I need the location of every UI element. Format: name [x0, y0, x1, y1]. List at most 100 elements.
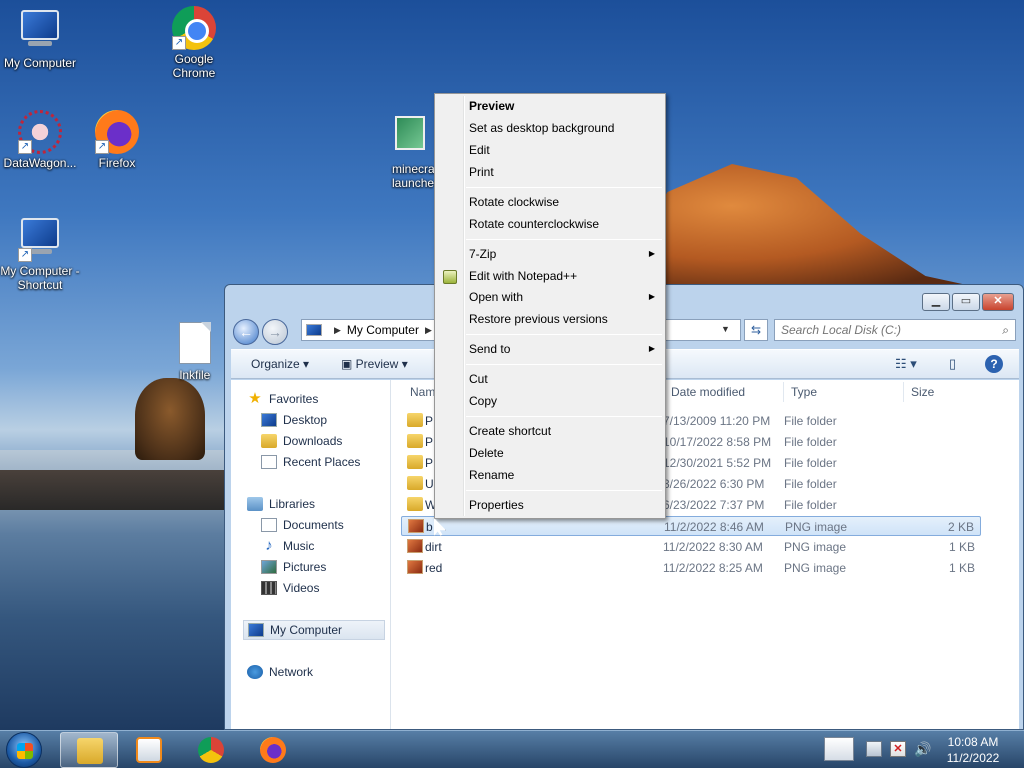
search-input[interactable] — [775, 320, 985, 340]
file-name: U — [425, 477, 434, 491]
desktop-icon-lnkfile[interactable]: lnkfile — [155, 322, 235, 382]
blank-file-icon — [173, 322, 217, 366]
desktop-icon-firefox[interactable]: ↗ Firefox — [77, 110, 157, 170]
menu-item-copy[interactable]: Copy — [469, 390, 663, 412]
nav-favorites[interactable]: ★ Favorites — [247, 389, 318, 409]
nav-label: Videos — [283, 581, 320, 595]
file-name: P — [425, 414, 434, 428]
image-file-icon — [388, 116, 432, 160]
maximize-button[interactable]: ▭ — [952, 293, 980, 311]
taskbar-media-player-button[interactable] — [120, 732, 178, 768]
desktop-icon-my-computer-shortcut[interactable]: ↗ My Computer - Shortcut — [0, 214, 80, 292]
file-name: b — [426, 520, 433, 534]
menu-item-rename[interactable]: Rename — [469, 464, 663, 486]
star-icon: ★ — [248, 390, 262, 407]
menu-item-print[interactable]: Print — [469, 161, 663, 183]
breadcrumb-chevron-icon[interactable]: ▶ — [425, 325, 432, 336]
menu-separator — [466, 364, 662, 365]
menu-item-edit-with-notepad-plus-plus[interactable]: Edit with Notepad++ — [469, 265, 663, 287]
nav-network[interactable]: Network — [247, 662, 313, 682]
preview-button[interactable]: ▣ Preview ▾ — [341, 357, 408, 371]
desktop-icon-label: Google Chrome — [172, 52, 216, 80]
column-header-date[interactable]: Date modified — [671, 380, 745, 404]
videos-icon — [261, 581, 277, 595]
nav-recent-places[interactable]: Recent Places — [261, 452, 360, 472]
menu-item-properties[interactable]: Properties — [469, 494, 663, 516]
desktop-icon-minecraft-launcher[interactable]: minecra launche — [380, 112, 440, 192]
menu-item-preview[interactable]: Preview — [469, 95, 663, 117]
context-menu[interactable]: Preview Set as desktop background Edit P… — [434, 93, 666, 519]
organize-button[interactable]: Organize ▾ — [251, 357, 309, 371]
close-button[interactable]: ✕ — [982, 293, 1014, 311]
menu-item-delete[interactable]: Delete — [469, 442, 663, 464]
menu-item-rotate-counterclockwise[interactable]: Rotate counterclockwise — [469, 213, 663, 235]
menu-separator — [466, 490, 662, 491]
menu-item-7zip[interactable]: 7-Zip ▶ — [469, 243, 663, 265]
taskbar-explorer-button[interactable] — [60, 732, 118, 768]
nav-label: Libraries — [269, 497, 316, 511]
menu-item-cut[interactable]: Cut — [469, 368, 663, 390]
menu-item-send-to[interactable]: Send to ▶ — [469, 338, 663, 360]
menu-item-restore-previous-versions[interactable]: Restore previous versions — [469, 308, 663, 330]
breadcrumb[interactable]: My Computer — [347, 323, 419, 337]
nav-documents[interactable]: Documents — [261, 515, 344, 535]
nav-my-computer[interactable]: My Computer — [243, 620, 385, 640]
back-button[interactable]: ← — [233, 319, 259, 345]
preview-pane-icon[interactable]: ▯ — [949, 356, 956, 372]
file-name: dirt — [425, 540, 442, 554]
nav-downloads[interactable]: Downloads — [261, 431, 342, 451]
nav-label: Network — [269, 665, 314, 679]
column-header-name[interactable]: Nam — [410, 380, 435, 404]
taskbar-firefox-button[interactable] — [244, 732, 302, 768]
wallpaper-rock — [135, 378, 205, 460]
help-icon[interactable]: ? — [985, 355, 1003, 373]
nav-label: Documents — [283, 518, 344, 532]
desktop-icon-datawagon[interactable]: ↗ DataWagon... — [0, 110, 80, 170]
column-divider[interactable] — [783, 382, 784, 402]
breadcrumb-chevron-icon: ▶ — [334, 324, 341, 335]
file-row[interactable]: red 11/2/2022 8:25 AM PNG image 1 KB — [401, 558, 981, 578]
menu-item-edit[interactable]: Edit — [469, 139, 663, 161]
menu-separator — [466, 239, 662, 240]
nav-videos[interactable]: Videos — [261, 578, 319, 598]
column-header-size[interactable]: Size — [911, 380, 934, 404]
action-center-icon[interactable]: ✕ — [890, 741, 906, 757]
firefox-icon — [260, 737, 286, 763]
media-player-icon — [136, 737, 162, 763]
desktop-icon-google-chrome[interactable]: ↗ Google Chrome — [154, 6, 234, 80]
file-type: PNG image — [785, 520, 848, 534]
pen-tablet-icon[interactable] — [824, 737, 854, 761]
folder-icon — [407, 413, 423, 427]
menu-item-label: Open with — [469, 290, 524, 304]
chevron-down-icon[interactable]: ▼ — [721, 324, 730, 334]
forward-button[interactable]: → — [262, 319, 288, 345]
menu-item-open-with[interactable]: Open with ▶ — [469, 286, 663, 308]
desktop-icon-my-computer[interactable]: My Computer — [0, 6, 80, 70]
view-options-icon[interactable]: ☷ ▾ — [895, 356, 917, 372]
network-tray-icon[interactable] — [866, 741, 882, 757]
column-header-type[interactable]: Type — [791, 380, 817, 404]
desktop-icon-label: minecra launche — [392, 162, 435, 190]
file-type: PNG image — [784, 561, 847, 575]
column-divider[interactable] — [903, 382, 904, 402]
nav-pictures[interactable]: Pictures — [261, 557, 326, 577]
nav-desktop[interactable]: Desktop — [261, 410, 327, 430]
menu-item-set-desktop-background[interactable]: Set as desktop background — [469, 117, 663, 139]
file-row-selected[interactable]: b 11/2/2022 8:46 AM PNG image 2 KB — [401, 516, 981, 536]
menu-item-create-shortcut[interactable]: Create shortcut — [469, 420, 663, 442]
menu-item-rotate-clockwise[interactable]: Rotate clockwise — [469, 191, 663, 213]
recent-places-icon — [261, 455, 277, 469]
minimize-button[interactable]: ▁ — [922, 293, 950, 311]
search-box[interactable]: ⌕ — [774, 319, 1016, 341]
start-button[interactable] — [6, 732, 42, 768]
nav-libraries[interactable]: Libraries — [247, 494, 315, 514]
volume-icon[interactable]: 🔊 — [914, 741, 931, 757]
refresh-button[interactable]: ⇆ — [744, 319, 768, 341]
nav-music[interactable]: ♪ Music — [261, 536, 314, 556]
file-name: P — [425, 435, 434, 449]
file-type: File folder — [784, 498, 837, 512]
file-row[interactable]: dirt 11/2/2022 8:30 AM PNG image 1 KB — [401, 537, 981, 557]
taskbar-chrome-button[interactable] — [182, 732, 240, 768]
search-icon[interactable]: ⌕ — [1002, 323, 1009, 338]
system-clock[interactable]: 10:08 AM 11/2/2022 — [936, 734, 1010, 766]
